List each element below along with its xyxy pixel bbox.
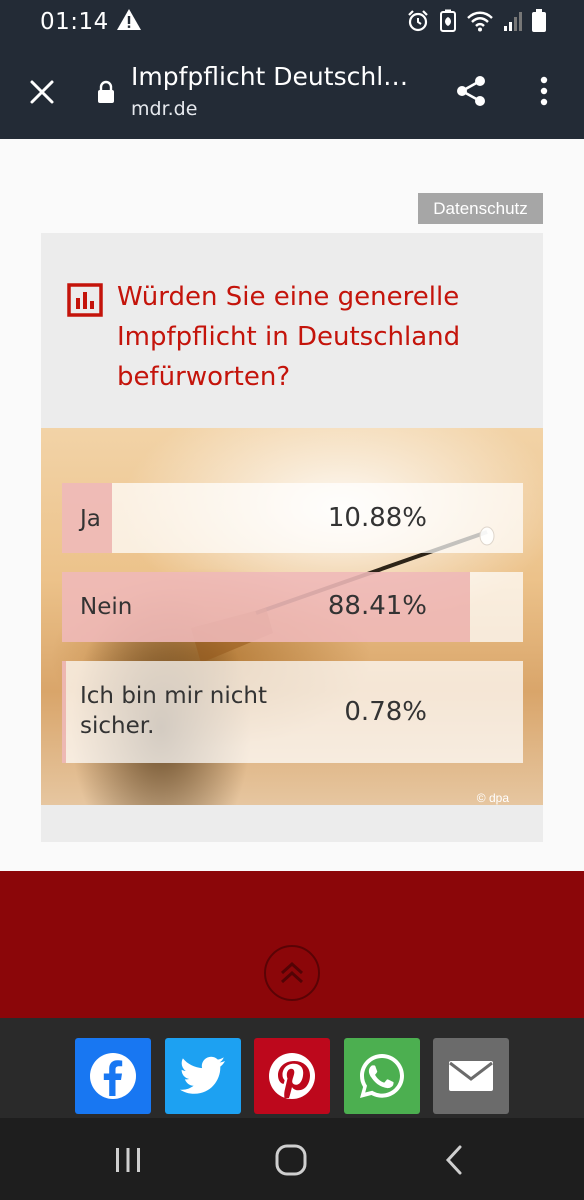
poll-option-bar bbox=[62, 661, 66, 763]
share-bar bbox=[0, 1018, 584, 1118]
poll-option[interactable]: Ich bin mir nicht sicher. 0.78% bbox=[62, 661, 523, 763]
status-bar: 01:14 bbox=[0, 0, 584, 44]
whatsapp-share-button[interactable] bbox=[344, 1038, 420, 1114]
footer-band bbox=[0, 871, 584, 1018]
whatsapp-icon bbox=[360, 1054, 404, 1098]
battery-saver-icon bbox=[439, 9, 457, 37]
email-share-button[interactable] bbox=[433, 1038, 509, 1114]
browser-toolbar: Impfpflicht Deutschland mdr.de bbox=[0, 44, 584, 139]
lock-icon bbox=[96, 80, 116, 108]
page-title[interactable]: Impfpflicht Deutschland bbox=[131, 62, 421, 91]
pinterest-share-button[interactable] bbox=[254, 1038, 330, 1114]
page-content: Datenschutz Würden Sie eine generelle Im… bbox=[0, 139, 584, 871]
twitter-share-button[interactable] bbox=[165, 1038, 241, 1114]
scroll-to-top-icon bbox=[280, 961, 304, 984]
image-credit: © dpa bbox=[476, 791, 509, 805]
back-button[interactable] bbox=[432, 1138, 476, 1182]
scroll-to-top-button[interactable] bbox=[264, 945, 320, 1001]
mail-icon bbox=[449, 1061, 493, 1091]
poll-option[interactable]: Nein 88.41% bbox=[62, 572, 523, 642]
battery-icon bbox=[532, 9, 546, 37]
signal-icon bbox=[503, 10, 523, 36]
poll-option-percent: 88.41% bbox=[327, 591, 427, 621]
poll-option[interactable]: Ja 10.88% bbox=[62, 483, 523, 553]
more-vertical-icon bbox=[540, 76, 548, 106]
home-button[interactable] bbox=[269, 1138, 313, 1182]
share-button[interactable] bbox=[450, 70, 492, 112]
page-domain[interactable]: mdr.de bbox=[131, 98, 197, 120]
wifi-icon bbox=[466, 10, 494, 36]
close-icon bbox=[30, 80, 54, 104]
poll-option-label: Nein bbox=[80, 594, 133, 620]
poll-option-percent: 10.88% bbox=[327, 503, 427, 533]
poll-option-label: Ich bin mir nicht sicher. bbox=[80, 683, 267, 739]
clock: 01:14 bbox=[40, 9, 109, 35]
alert-icon bbox=[116, 8, 142, 36]
home-icon bbox=[275, 1144, 307, 1176]
facebook-share-button[interactable] bbox=[75, 1038, 151, 1114]
back-icon bbox=[445, 1145, 462, 1175]
poll-option-percent: 0.78% bbox=[344, 697, 427, 727]
system-icons bbox=[406, 9, 546, 37]
alarm-icon bbox=[406, 9, 430, 37]
recent-apps-button[interactable] bbox=[106, 1138, 150, 1182]
poll-card: Würden Sie eine generelle Impfpflicht in… bbox=[41, 233, 543, 842]
poll-chart-icon bbox=[67, 283, 103, 321]
pinterest-icon bbox=[269, 1053, 315, 1099]
more-options-button[interactable] bbox=[528, 70, 560, 112]
share-icon bbox=[457, 76, 485, 106]
poll-option-label: Ja bbox=[80, 506, 101, 532]
navigation-bar bbox=[0, 1118, 584, 1200]
recent-apps-icon bbox=[116, 1148, 140, 1172]
twitter-icon bbox=[180, 1056, 225, 1094]
privacy-button[interactable]: Datenschutz bbox=[418, 193, 543, 224]
poll-question: Würden Sie eine generelle Impfpflicht in… bbox=[117, 282, 461, 392]
syringe-image: Ja 10.88% Nein 88.41% Ich bin mir nicht … bbox=[41, 428, 543, 805]
facebook-icon bbox=[90, 1053, 136, 1099]
close-button[interactable] bbox=[22, 72, 62, 112]
